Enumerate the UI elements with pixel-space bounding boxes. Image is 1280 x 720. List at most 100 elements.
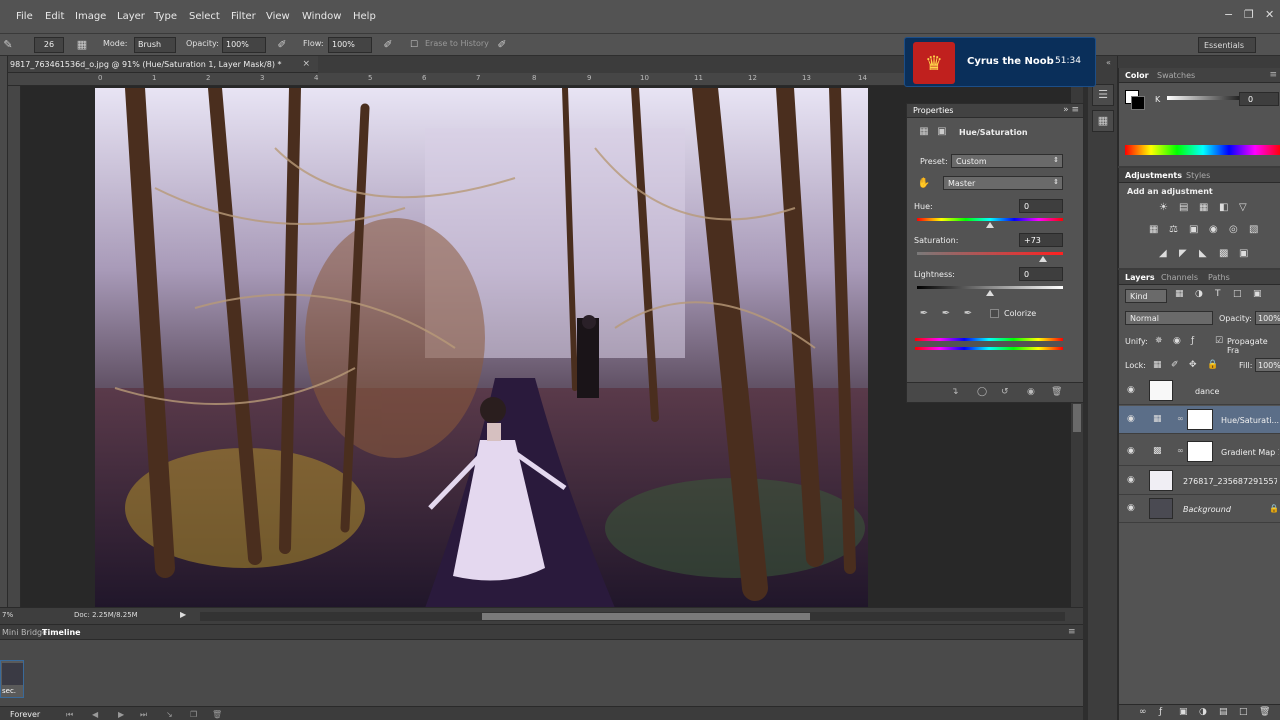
unify-visibility-icon[interactable]: ◉ xyxy=(1173,336,1181,346)
tab-channels[interactable]: Channels xyxy=(1161,273,1198,282)
close-document-icon[interactable]: × xyxy=(302,59,310,69)
levels-icon[interactable]: ▤ xyxy=(1179,202,1188,213)
new-adjustment-icon[interactable]: ◑ xyxy=(1199,707,1207,717)
hue-slider-thumb[interactable] xyxy=(986,222,994,228)
hand-tool-icon[interactable]: ✋ xyxy=(917,177,931,191)
threshold-icon[interactable]: ◣ xyxy=(1199,248,1207,259)
mask-icon[interactable]: ▣ xyxy=(935,125,949,139)
photo-filter-icon[interactable]: ◉ xyxy=(1209,224,1218,235)
tab-color[interactable]: Color xyxy=(1125,71,1149,80)
eye-icon[interactable]: ◉ xyxy=(1127,446,1135,456)
hue-field[interactable]: 0 xyxy=(1019,199,1063,213)
frame-delay[interactable]: sec. xyxy=(2,687,16,695)
duplicate-frame-icon[interactable]: ❐ xyxy=(190,710,197,719)
lock-position-icon[interactable]: ✥ xyxy=(1189,360,1197,370)
panel-menu-icon[interactable]: ≡ xyxy=(1068,627,1076,637)
menu-edit[interactable]: Edit xyxy=(45,11,64,22)
collapse-arrow-icon[interactable]: « xyxy=(1106,58,1111,67)
layer-style-icon[interactable]: ƒ xyxy=(1159,707,1162,717)
unify-style-icon[interactable]: ƒ xyxy=(1191,336,1194,346)
document-tab[interactable]: 9817_763461536d_o.jpg @ 91% (Hue/Saturat… xyxy=(8,56,318,73)
background-color-swatch[interactable] xyxy=(1131,96,1145,110)
tab-timeline[interactable]: Timeline xyxy=(42,628,81,637)
eyedropper-icon[interactable]: ✒ xyxy=(917,307,931,321)
play-icon[interactable]: ▶ xyxy=(118,710,124,719)
exposure-icon[interactable]: ◧ xyxy=(1219,202,1228,213)
layer-name[interactable]: Hue/Saturati... xyxy=(1221,416,1279,425)
filter-shape-icon[interactable]: □ xyxy=(1233,289,1242,299)
saturation-slider[interactable] xyxy=(917,252,1063,255)
delete-icon[interactable]: 🗑 xyxy=(1051,387,1062,397)
history-panel-icon[interactable]: ☰ xyxy=(1092,84,1114,106)
tween-icon[interactable]: ↘ xyxy=(166,710,173,719)
delete-frame-icon[interactable]: 🗑 xyxy=(212,710,222,719)
hue-slider[interactable] xyxy=(917,218,1063,221)
saturation-slider-thumb[interactable] xyxy=(1039,256,1047,262)
erase-history-checkbox[interactable]: ☐ xyxy=(406,37,422,53)
colorize-checkbox[interactable] xyxy=(990,309,999,318)
menu-window[interactable]: Window xyxy=(302,11,341,22)
menu-image[interactable]: Image xyxy=(75,11,106,22)
tab-layers[interactable]: Layers xyxy=(1125,273,1155,282)
horizontal-scroll-thumb[interactable] xyxy=(482,613,810,620)
link-layers-icon[interactable]: ∞ xyxy=(1139,707,1147,717)
flow-field[interactable]: 100% xyxy=(328,37,372,53)
selective-color-icon[interactable]: ▣ xyxy=(1239,248,1248,259)
layer-row[interactable]: ◉ dance xyxy=(1119,377,1280,405)
pressure-opacity-icon[interactable]: ✐ xyxy=(274,37,290,53)
zoom-level[interactable]: 7% xyxy=(2,611,13,619)
layer-name[interactable]: dance xyxy=(1195,387,1275,396)
lightness-field[interactable]: 0 xyxy=(1019,267,1063,281)
propagate-checkbox[interactable]: ☑ xyxy=(1215,336,1223,346)
eye-icon[interactable]: ◉ xyxy=(1127,503,1135,513)
layer-row-selected[interactable]: ◉ ▦ ∞ Hue/Saturati... xyxy=(1119,406,1280,434)
first-frame-icon[interactable]: ⏮ xyxy=(66,710,73,720)
link-icon[interactable]: ∞ xyxy=(1177,414,1184,423)
workspace-switcher[interactable]: Essentials xyxy=(1198,37,1256,53)
layer-mask-thumbnail[interactable] xyxy=(1187,441,1213,462)
tab-swatches[interactable]: Swatches xyxy=(1157,71,1195,80)
panel-menu-icon[interactable]: ≡ xyxy=(1269,70,1277,80)
next-frame-icon[interactable]: ⏭ xyxy=(140,710,147,720)
tab-mini-bridge[interactable]: Mini Bridge xyxy=(2,628,47,637)
airbrush-icon[interactable]: ✐ xyxy=(380,37,396,53)
mode-dropdown[interactable]: Brush xyxy=(134,37,176,53)
menu-view[interactable]: View xyxy=(266,11,290,22)
filter-type-icon[interactable]: T xyxy=(1215,289,1221,299)
preset-dropdown[interactable]: Custom ⇕ xyxy=(951,154,1063,168)
color-spectrum[interactable] xyxy=(1125,145,1280,155)
pressure-size-icon[interactable]: ✐ xyxy=(494,37,510,53)
delete-layer-icon[interactable]: 🗑 xyxy=(1259,707,1270,717)
lock-pixels-icon[interactable]: ✐ xyxy=(1171,360,1179,370)
filter-smart-icon[interactable]: ▣ xyxy=(1253,289,1262,299)
lightness-slider-thumb[interactable] xyxy=(986,290,994,296)
vibrance-icon[interactable]: ▽ xyxy=(1239,202,1247,213)
posterize-icon[interactable]: ◤ xyxy=(1179,248,1187,259)
channel-dropdown[interactable]: Master ⇕ xyxy=(943,176,1063,190)
menu-file[interactable]: File xyxy=(16,11,33,22)
hue-saturation-icon[interactable]: ▦ xyxy=(1149,224,1158,235)
black-white-icon[interactable]: ▣ xyxy=(1189,224,1198,235)
brush-size-picker[interactable]: 26 xyxy=(34,37,64,53)
filter-pixel-icon[interactable]: ▦ xyxy=(1175,289,1184,299)
link-icon[interactable]: ∞ xyxy=(1177,446,1184,455)
unify-position-icon[interactable]: ✵ xyxy=(1155,336,1163,346)
saturation-field[interactable]: +73 xyxy=(1019,233,1063,247)
eye-icon[interactable]: ◉ xyxy=(1127,385,1135,395)
layer-name[interactable]: Gradient Map 1 xyxy=(1221,448,1279,457)
opacity-field[interactable]: 100% xyxy=(222,37,266,53)
eyedropper-subtract-icon[interactable]: ✒ xyxy=(961,307,975,321)
tools-panel[interactable] xyxy=(0,56,8,620)
menu-layer[interactable]: Layer xyxy=(117,11,145,22)
fill-field[interactable]: 100% xyxy=(1255,358,1280,372)
status-menu-icon[interactable]: ▶ xyxy=(180,610,186,619)
eye-icon[interactable]: ◉ xyxy=(1127,414,1135,424)
layer-opacity-field[interactable]: 100% xyxy=(1255,311,1280,325)
restore-icon[interactable]: ❐ xyxy=(1244,8,1254,21)
lock-transparent-icon[interactable]: ▦ xyxy=(1153,360,1162,370)
eye-icon[interactable]: ◉ xyxy=(1127,475,1135,485)
layer-row[interactable]: ◉ Background 🔒 xyxy=(1119,495,1280,523)
menu-filter[interactable]: Filter xyxy=(231,11,256,22)
properties-panel-icon[interactable]: ▦ xyxy=(1092,110,1114,132)
eyedropper-add-icon[interactable]: ✒ xyxy=(939,307,953,321)
